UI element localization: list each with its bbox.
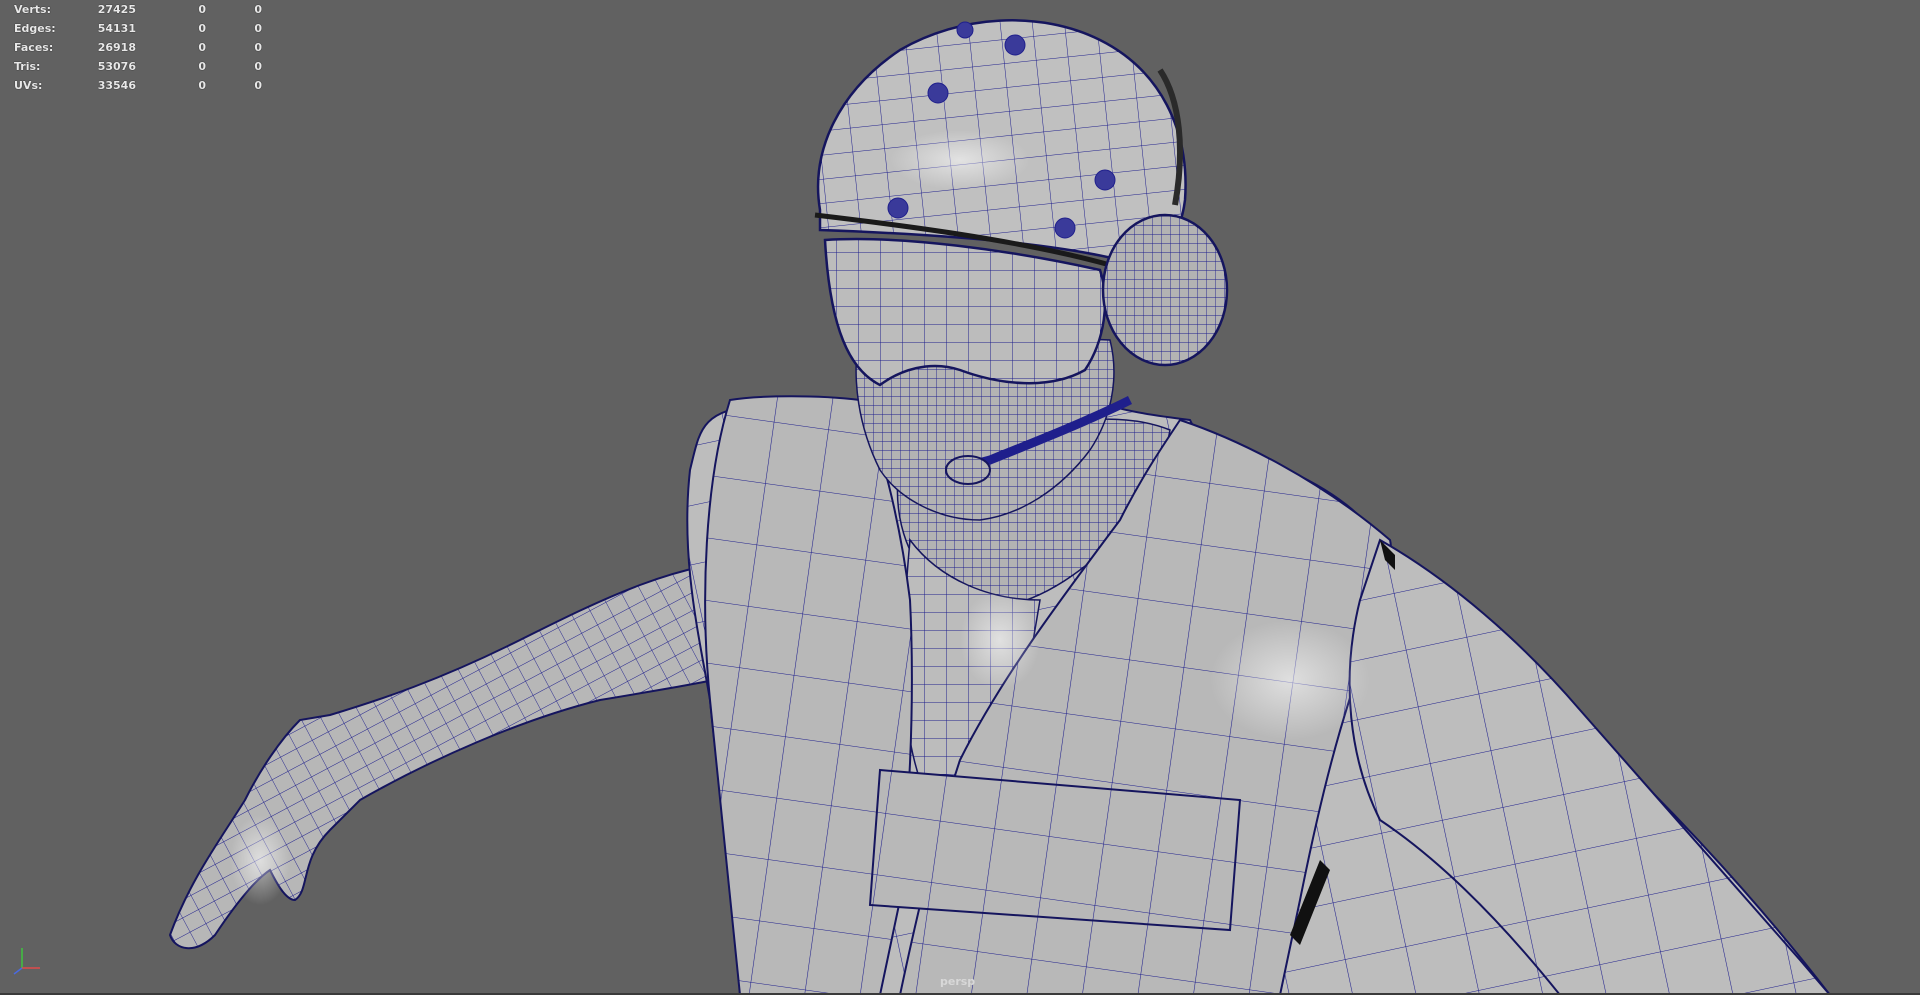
goggles (823, 237, 1107, 387)
viewport-persp[interactable]: Verts: 27425 0 0 Edges: 54131 0 0 Faces:… (0, 0, 1920, 995)
wireframe-model[interactable] (0, 0, 1920, 995)
helmet-bolt (1054, 217, 1076, 239)
helmet-bolt (956, 21, 974, 39)
helmet-bolt (927, 82, 949, 104)
camera-label: persp (940, 975, 976, 988)
hud-row-tris: Tris: 53076 0 0 (14, 60, 262, 73)
z-axis-icon (13, 967, 23, 975)
headset-earcup (1101, 213, 1229, 367)
hud-row-edges: Edges: 54131 0 0 (14, 22, 262, 35)
poly-count-hud: Verts: 27425 0 0 Edges: 54131 0 0 Faces:… (14, 0, 262, 95)
helmet-bolt (1004, 34, 1026, 56)
helmet-bolt (1094, 169, 1116, 191)
helmet-bolt (887, 197, 909, 219)
microphone-head (945, 455, 991, 485)
view-axis-gizmo (13, 948, 40, 975)
hud-row-uvs: UVs: 33546 0 0 (14, 79, 262, 92)
hud-row-faces: Faces: 26918 0 0 (14, 41, 262, 54)
hud-row-verts: Verts: 27425 0 0 (14, 3, 262, 16)
